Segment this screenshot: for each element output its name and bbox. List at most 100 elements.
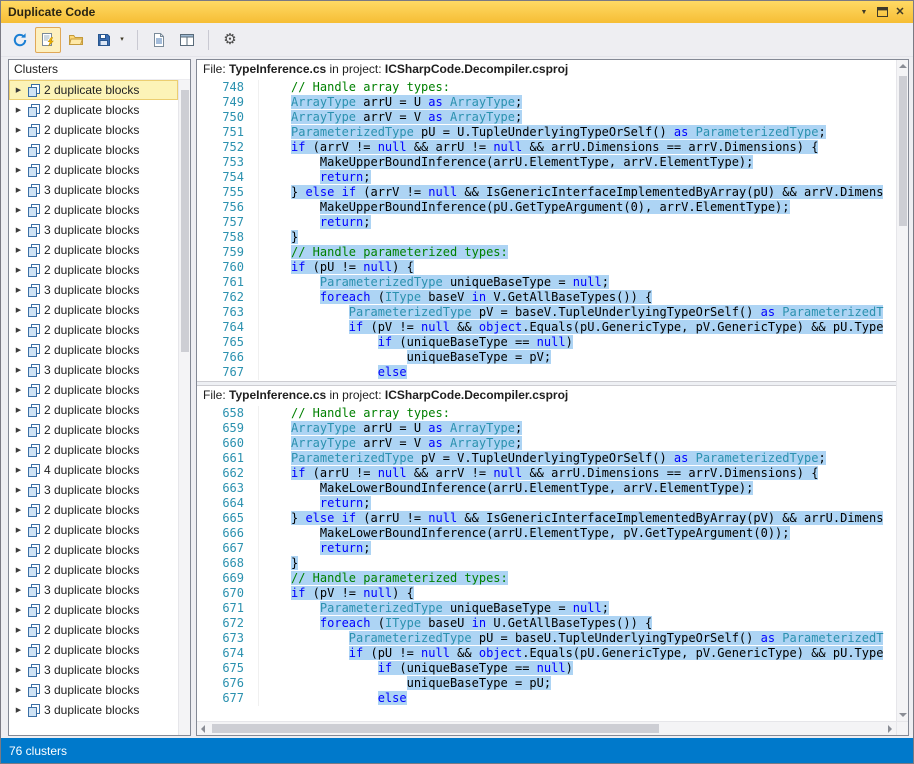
cluster-item[interactable]: ▶2 duplicate blocks	[9, 380, 178, 400]
expand-arrow-icon[interactable]: ▶	[13, 667, 24, 674]
expand-arrow-icon[interactable]: ▶	[13, 647, 24, 654]
maximize-button[interactable]	[873, 4, 891, 20]
cluster-item[interactable]: ▶3 duplicate blocks	[9, 660, 178, 680]
expand-arrow-icon[interactable]: ▶	[13, 267, 24, 274]
code-line[interactable]: 661ParameterizedType pV = V.TupleUnderly…	[197, 451, 896, 466]
code-line[interactable]: 666 MakeLowerBoundInference(arrU.Element…	[197, 526, 896, 541]
expand-arrow-icon[interactable]: ▶	[13, 327, 24, 334]
expand-arrow-icon[interactable]: ▶	[13, 607, 24, 614]
code-line[interactable]: 664 return;	[197, 496, 896, 511]
expand-arrow-icon[interactable]: ▶	[13, 287, 24, 294]
scrollbar-thumb[interactable]	[212, 724, 659, 733]
code-line[interactable]: 761 ParameterizedType uniqueBaseType = n…	[197, 275, 896, 290]
expand-arrow-icon[interactable]: ▶	[13, 487, 24, 494]
expand-arrow-icon[interactable]: ▶	[13, 447, 24, 454]
code-line[interactable]: 751ParameterizedType pU = U.TupleUnderly…	[197, 125, 896, 140]
code-line[interactable]: 760if (pU != null) {	[197, 260, 896, 275]
code-area[interactable]: 658// Handle array types:659ArrayType ar…	[197, 405, 896, 721]
expand-arrow-icon[interactable]: ▶	[13, 627, 24, 634]
cluster-item[interactable]: ▶2 duplicate blocks	[9, 320, 178, 340]
expand-arrow-icon[interactable]: ▶	[13, 87, 24, 94]
code-line[interactable]: 763 ParameterizedType pV = baseV.TupleUn…	[197, 305, 896, 320]
expand-arrow-icon[interactable]: ▶	[13, 307, 24, 314]
code-vertical-scrollbar[interactable]	[896, 60, 908, 721]
cluster-item[interactable]: ▶2 duplicate blocks	[9, 260, 178, 280]
code-line[interactable]: 748// Handle array types:	[197, 80, 896, 95]
cluster-item[interactable]: ▶3 duplicate blocks	[9, 180, 178, 200]
cluster-item[interactable]: ▶3 duplicate blocks	[9, 700, 178, 720]
expand-arrow-icon[interactable]: ▶	[13, 527, 24, 534]
code-line[interactable]: 669// Handle parameterized types:	[197, 571, 896, 586]
cluster-item[interactable]: ▶2 duplicate blocks	[9, 560, 178, 580]
expand-arrow-icon[interactable]: ▶	[13, 387, 24, 394]
save-dropdown-button[interactable]: ▾	[115, 27, 129, 53]
code-line[interactable]: 764 if (pV != null && object.Equals(pU.G…	[197, 320, 896, 335]
code-line[interactable]: 754 return;	[197, 170, 896, 185]
scroll-left-arrow-icon[interactable]	[201, 725, 205, 733]
expand-arrow-icon[interactable]: ▶	[13, 247, 24, 254]
code-line[interactable]: 762 foreach (IType baseV in V.GetAllBase…	[197, 290, 896, 305]
cluster-item[interactable]: ▶3 duplicate blocks	[9, 580, 178, 600]
code-line[interactable]: 749ArrayType arrU = U as ArrayType;	[197, 95, 896, 110]
code-line[interactable]: 670if (pV != null) {	[197, 586, 896, 601]
code-line[interactable]: 658// Handle array types:	[197, 406, 896, 421]
clusters-scrollbar[interactable]	[178, 80, 190, 735]
expand-arrow-icon[interactable]: ▶	[13, 367, 24, 374]
expand-arrow-icon[interactable]: ▶	[13, 687, 24, 694]
expand-arrow-icon[interactable]: ▶	[13, 507, 24, 514]
close-button[interactable]: ✕	[891, 4, 909, 20]
code-line[interactable]: 752if (arrV != null && arrU != null && a…	[197, 140, 896, 155]
expand-arrow-icon[interactable]: ▶	[13, 227, 24, 234]
layout-button[interactable]	[174, 27, 200, 53]
code-line[interactable]: 659ArrayType arrU = U as ArrayType;	[197, 421, 896, 436]
code-line[interactable]: 671 ParameterizedType uniqueBaseType = n…	[197, 601, 896, 616]
analyze-button[interactable]	[35, 27, 61, 53]
expand-arrow-icon[interactable]: ▶	[13, 167, 24, 174]
code-line[interactable]: 766 uniqueBaseType = pV;	[197, 350, 896, 365]
code-line[interactable]: 755} else if (arrV != null && IsGenericI…	[197, 185, 896, 200]
cluster-item[interactable]: ▶3 duplicate blocks	[9, 360, 178, 380]
cluster-item[interactable]: ▶3 duplicate blocks	[9, 220, 178, 240]
cluster-item[interactable]: ▶2 duplicate blocks	[9, 520, 178, 540]
scrollbar-thumb[interactable]	[899, 76, 907, 226]
cluster-item[interactable]: ▶2 duplicate blocks	[9, 200, 178, 220]
cluster-item[interactable]: ▶3 duplicate blocks	[9, 280, 178, 300]
expand-arrow-icon[interactable]: ▶	[13, 107, 24, 114]
code-line[interactable]: 750ArrayType arrV = V as ArrayType;	[197, 110, 896, 125]
code-line[interactable]: 757 return;	[197, 215, 896, 230]
report-button[interactable]	[146, 27, 172, 53]
expand-arrow-icon[interactable]: ▶	[13, 347, 24, 354]
code-horizontal-scrollbar[interactable]	[197, 721, 896, 735]
expand-arrow-icon[interactable]: ▶	[13, 547, 24, 554]
code-line[interactable]: 756 MakeUpperBoundInference(pU.GetTypeAr…	[197, 200, 896, 215]
code-line[interactable]: 675 if (uniqueBaseType == null)	[197, 661, 896, 676]
cluster-item[interactable]: ▶4 duplicate blocks	[9, 460, 178, 480]
cluster-item[interactable]: ▶3 duplicate blocks	[9, 680, 178, 700]
cluster-item[interactable]: ▶2 duplicate blocks	[9, 620, 178, 640]
expand-arrow-icon[interactable]: ▶	[13, 187, 24, 194]
cluster-item[interactable]: ▶2 duplicate blocks	[9, 540, 178, 560]
cluster-item[interactable]: ▶2 duplicate blocks	[9, 160, 178, 180]
expand-arrow-icon[interactable]: ▶	[13, 467, 24, 474]
open-folder-button[interactable]	[63, 27, 89, 53]
cluster-item[interactable]: ▶2 duplicate blocks	[9, 400, 178, 420]
expand-arrow-icon[interactable]: ▶	[13, 707, 24, 714]
code-line[interactable]: 673 ParameterizedType pU = baseU.TupleUn…	[197, 631, 896, 646]
cluster-item[interactable]: ▶2 duplicate blocks	[9, 640, 178, 660]
cluster-item[interactable]: ▶2 duplicate blocks	[9, 600, 178, 620]
cluster-item[interactable]: ▶2 duplicate blocks	[9, 140, 178, 160]
scroll-down-arrow-icon[interactable]	[899, 713, 907, 717]
code-line[interactable]: 758}	[197, 230, 896, 245]
code-line[interactable]: 668}	[197, 556, 896, 571]
cluster-item[interactable]: ▶2 duplicate blocks	[9, 340, 178, 360]
cluster-item[interactable]: ▶2 duplicate blocks	[9, 500, 178, 520]
refresh-button[interactable]	[7, 27, 33, 53]
code-line[interactable]: 767 else	[197, 365, 896, 380]
code-line[interactable]: 765 if (uniqueBaseType == null)	[197, 335, 896, 350]
titlebar[interactable]: Duplicate Code ▼ ✕	[1, 1, 913, 23]
cluster-item[interactable]: ▶2 duplicate blocks	[9, 80, 178, 100]
cluster-item[interactable]: ▶2 duplicate blocks	[9, 420, 178, 440]
cluster-item[interactable]: ▶2 duplicate blocks	[9, 440, 178, 460]
code-line[interactable]: 753 MakeUpperBoundInference(arrU.Element…	[197, 155, 896, 170]
expand-arrow-icon[interactable]: ▶	[13, 207, 24, 214]
